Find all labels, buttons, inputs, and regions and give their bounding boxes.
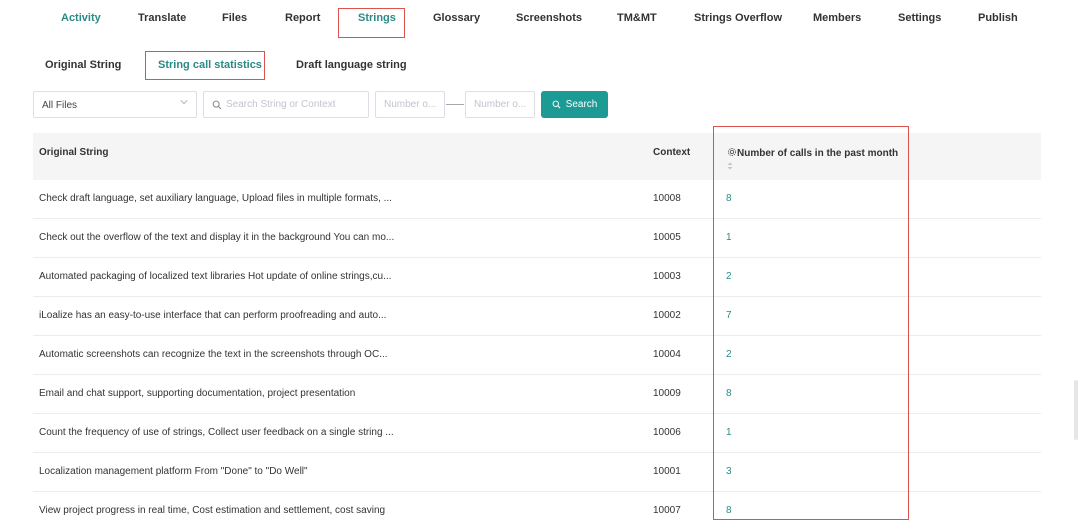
nav-tab-translate[interactable]: Translate [138,12,186,24]
cell-original-string: Localization management platform From "D… [39,466,308,477]
subtab-draft-language-string[interactable]: Draft language string [296,59,407,71]
cell-original-string: Automatic screenshots can recognize the … [39,349,388,360]
nav-tab-settings[interactable]: Settings [898,12,941,24]
search-icon [212,100,222,110]
search-button-label: Search [565,99,598,110]
range-separator [446,104,464,105]
cell-context: 10002 [653,310,681,321]
cell-context: 10006 [653,427,681,438]
cell-context: 10007 [653,505,681,516]
nav-tab-members[interactable]: Members [813,12,861,24]
calls-column-highlight [713,126,909,520]
cell-original-string: Check draft language, set auxiliary lang… [39,193,392,204]
cell-context: 10003 [653,271,681,282]
number-from-input[interactable] [376,92,444,117]
chevron-down-icon [180,100,188,105]
cell-context: 10009 [653,388,681,399]
strings-tab-highlight [338,8,405,38]
cell-original-string: iLoalize has an easy-to-use interface th… [39,310,387,321]
cell-context: 10008 [653,193,681,204]
page-scrollbar[interactable] [1074,380,1078,440]
search-button[interactable]: Search [541,91,608,118]
nav-tab-glossary[interactable]: Glossary [433,12,480,24]
header-context: Context [653,147,691,158]
cell-original-string: View project progress in real time, Cost… [39,505,386,516]
cell-original-string: Automated packaging of localized text li… [39,271,392,282]
cell-original-string: Email and chat support, supporting docum… [39,388,356,399]
cell-context: 10001 [653,466,681,477]
subtab-original-string[interactable]: Original String [45,59,121,71]
subtab-highlight [145,51,265,80]
cell-context: 10004 [653,349,681,360]
number-to-wrap [465,91,535,118]
number-to-input[interactable] [466,92,534,117]
nav-tab-tm-mt[interactable]: TM&MT [617,12,657,24]
nav-tab-activity[interactable]: Activity [61,12,101,24]
nav-tab-strings-overflow[interactable]: Strings Overflow [694,12,782,24]
cell-original-string: Count the frequency of use of strings, C… [39,427,394,438]
file-select[interactable]: All Files [33,91,197,118]
search-string-input-wrap [203,91,369,118]
header-original-string: Original String [39,147,109,158]
search-icon [552,100,561,109]
number-from-wrap [375,91,445,118]
search-string-input[interactable] [204,92,368,117]
nav-tab-files[interactable]: Files [222,12,247,24]
nav-tab-report[interactable]: Report [285,12,320,24]
nav-tab-publish[interactable]: Publish [978,12,1018,24]
cell-original-string: Check out the overflow of the text and d… [39,232,395,243]
file-select-value: All Files [42,100,78,111]
cell-context: 10005 [653,232,681,243]
nav-tab-screenshots[interactable]: Screenshots [516,12,582,24]
top-nav: Activity Translate Files Report Strings … [0,0,1080,40]
